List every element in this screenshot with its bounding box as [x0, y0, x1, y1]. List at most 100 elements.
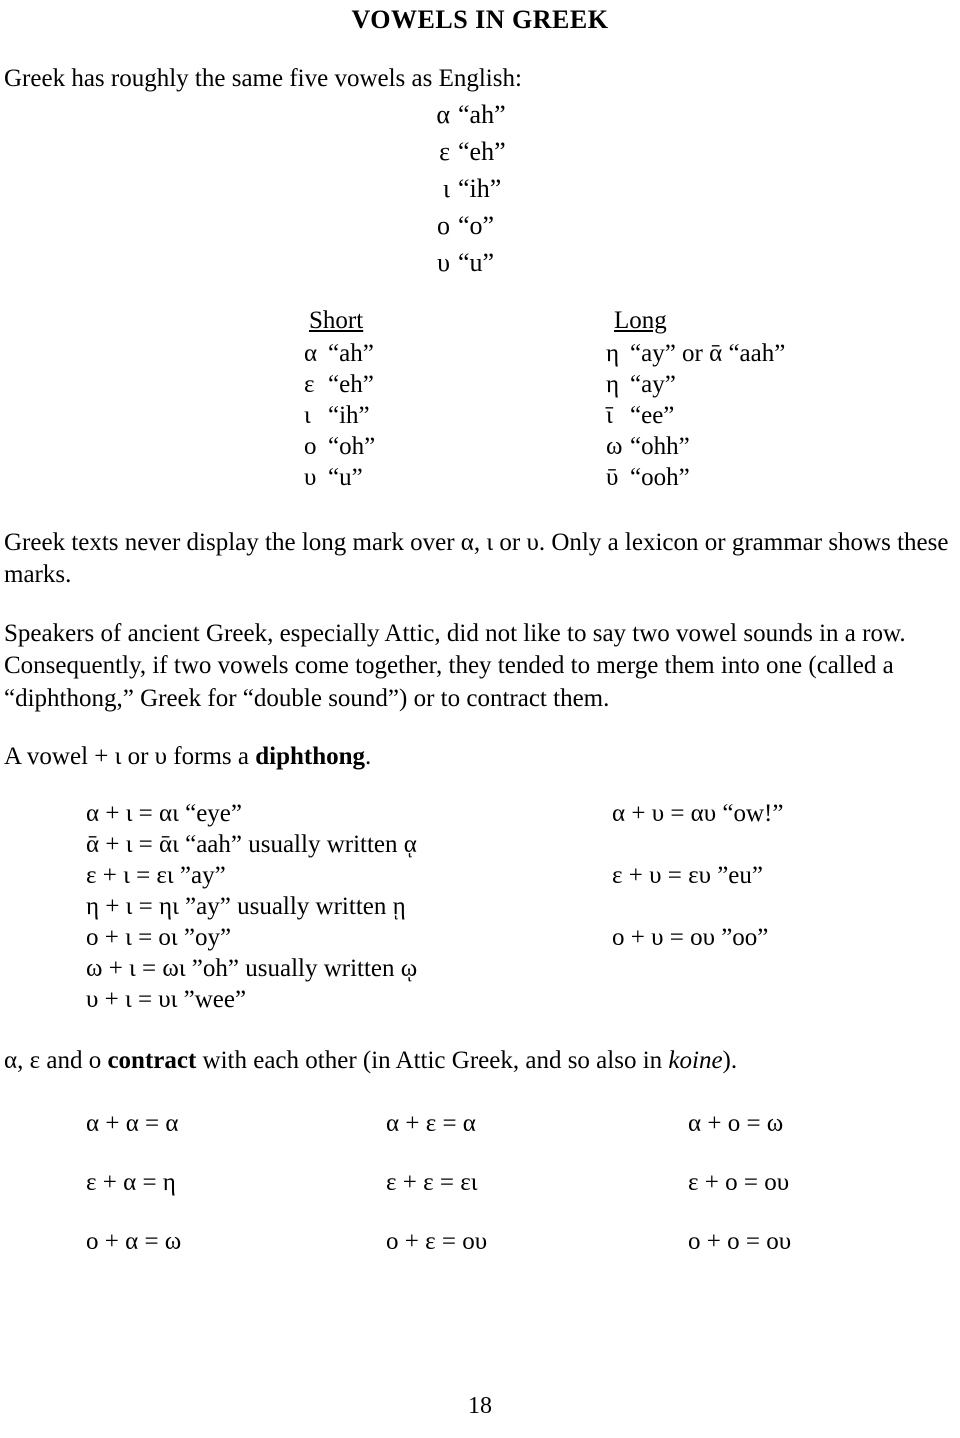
table-row: ο + ι = οι ”oy” ο + υ = ου ”oo”: [4, 922, 956, 953]
short-symbol: ι: [304, 401, 311, 429]
paragraph-long-mark: Greek texts never display the long mark …: [4, 528, 949, 589]
short-cell: ι “ih”: [304, 400, 370, 431]
table-row: η + ι = ηι ”ay” usually written ῃ: [4, 891, 956, 922]
short-value: “ah”: [328, 339, 374, 367]
long-symbol: ῡ: [606, 463, 619, 491]
contraction-grid: α + α = α α + ε = α α + ο = ω ε + α = η …: [4, 1107, 956, 1284]
contraction-cell: ο + α = ω: [86, 1228, 182, 1256]
short-cell: ο “oh”: [304, 431, 375, 462]
contraction-cell: ε + α = η: [86, 1169, 176, 1197]
iota-diphthong: ε + ι = ει ”ay”: [86, 861, 226, 889]
intro-line: Greek has roughly the same five vowels a…: [4, 64, 522, 92]
iota-diphthong: α + ι = αι “eye”: [86, 799, 242, 827]
vowel-sound: “ah”: [458, 100, 506, 130]
paragraph-diphthong-rule: A vowel + ι or υ forms a diphthong.: [4, 741, 956, 774]
paragraph-merge: Speakers of ancient Greek, especially At…: [4, 619, 906, 712]
vowel-letter: ι: [443, 173, 450, 203]
contraction-cell: ε + ε = ει: [386, 1169, 478, 1197]
contraction-cell: α + α = α: [86, 1110, 179, 1138]
long-symbol: ῑ: [606, 401, 613, 429]
vowel-letter: ε: [439, 137, 450, 166]
note-text-post: ).: [722, 1046, 738, 1074]
short-symbol: υ: [304, 463, 317, 491]
note-text-pre: α, ε and ο: [4, 1046, 108, 1074]
contraction-cell: ε + ο = ου: [688, 1169, 790, 1197]
vowel-sound: “u”: [458, 247, 495, 277]
short-symbol: α: [304, 339, 318, 367]
upsilon-diphthong: ε + υ = ευ ”eu”: [612, 861, 763, 889]
table-row: ι “ih” ῑ “ee”: [4, 400, 956, 431]
rule-text-pre: A vowel + ι or υ forms a: [4, 743, 256, 771]
long-value: “ay” or ᾱ “aah”: [630, 339, 786, 367]
rule-term-diphthong: diphthong: [255, 743, 366, 771]
basic-vowel-list: α “ah” ε “eh” ι “ih” ο “o” υ “u”: [4, 97, 956, 282]
page-number: 18: [468, 1393, 492, 1419]
iota-diphthong: ᾱ + ι = ᾱι “aah” usually written ᾳ: [86, 830, 417, 858]
long-symbol: η: [606, 339, 620, 367]
long-symbol: ω: [606, 432, 623, 460]
long-value: “ohh”: [630, 432, 690, 460]
iota-diphthong: ο + ι = οι ”oy”: [86, 923, 232, 951]
list-item: ο “o”: [4, 208, 956, 245]
list-item: ι “ih”: [4, 171, 956, 208]
short-cell: υ “u”: [304, 462, 363, 493]
table-row: ε + ι = ει ”ay” ε + υ = ευ ”eu”: [4, 860, 956, 891]
table-row: ε + α = η ε + ε = ει ε + ο = ου: [4, 1166, 956, 1225]
vowel-letter: υ: [437, 247, 450, 277]
rule-text-post: .: [365, 743, 372, 771]
contraction-cell: α + ε = α: [386, 1110, 476, 1138]
table-row: ᾱ + ι = ᾱι “aah” usually written ᾳ: [4, 829, 956, 860]
vowel-sound: “o”: [458, 210, 495, 240]
vowel-letter: ο: [437, 210, 450, 240]
contraction-cell: ο + ε = ου: [386, 1228, 488, 1256]
vowel-sound: “eh”: [458, 137, 506, 166]
table-row: ω + ι = ωι ”oh” usually written ῳ: [4, 953, 956, 984]
table-row: υ + ι = υι ”wee”: [4, 984, 956, 1015]
table-row: α + ι = αι “eye” α + υ = αυ “ow!”: [4, 798, 956, 829]
long-value: “ay”: [630, 370, 676, 398]
long-cell: η “ay” or ᾱ “aah”: [606, 338, 785, 369]
upsilon-diphthong: α + υ = αυ “ow!”: [612, 799, 784, 827]
note-term-koine: koine: [668, 1046, 723, 1074]
short-cell: α “ah”: [304, 338, 374, 369]
vowel-letter: α: [436, 100, 450, 130]
column-header-long: Long: [614, 306, 667, 334]
page-title: VOWELS IN GREEK: [351, 5, 609, 34]
vowel-sound: “ih”: [458, 173, 502, 203]
column-header-short: Short: [309, 306, 364, 334]
short-value: “u”: [328, 463, 363, 491]
long-value: “ooh”: [630, 463, 690, 491]
iota-diphthong: υ + ι = υι ”wee”: [86, 985, 247, 1013]
list-item: α “ah”: [4, 97, 956, 134]
long-cell: ω “ohh”: [606, 431, 690, 462]
long-cell: ῡ “ooh”: [606, 462, 690, 493]
short-value: “ih”: [328, 401, 370, 429]
list-item: ε “eh”: [4, 134, 956, 171]
contraction-note: α, ε and ο contract with each other (in …: [4, 1045, 956, 1078]
long-symbol: η: [606, 370, 620, 398]
note-term-contract: contract: [107, 1046, 197, 1074]
note-text-mid: with each other (in Attic Greek, and so …: [196, 1046, 669, 1074]
vowel-length-table: Short Long α “ah” η “ay” or ᾱ “aah” ε “eh” …: [4, 304, 956, 493]
iota-diphthong: η + ι = ηι ”ay” usually written ῃ: [86, 892, 406, 920]
table-header-row: Short Long: [4, 304, 956, 338]
table-row: α “ah” η “ay” or ᾱ “aah”: [4, 338, 956, 369]
short-symbol: ε: [304, 370, 315, 398]
table-row: ο “oh” ω “ohh”: [4, 431, 956, 462]
upsilon-diphthong: ο + υ = ου ”oo”: [612, 923, 769, 951]
long-cell: ῑ “ee”: [606, 400, 674, 431]
short-value: “eh”: [328, 370, 374, 398]
table-row: ε “eh” η “ay”: [4, 369, 956, 400]
contraction-cell: α + ο = ω: [688, 1110, 784, 1138]
table-row: υ “u” ῡ “ooh”: [4, 462, 956, 493]
list-item: υ “u”: [4, 245, 956, 282]
long-cell: η “ay”: [606, 369, 676, 400]
table-row: ο + α = ω ο + ε = ου ο + ο = ου: [4, 1225, 956, 1284]
long-value: “ee”: [630, 401, 675, 429]
iota-diphthong: ω + ι = ωι ”oh” usually written ῳ: [86, 954, 418, 982]
short-value: “oh”: [328, 432, 376, 460]
document-page: VOWELS IN GREEK Greek has roughly the sa…: [0, 5, 960, 1438]
